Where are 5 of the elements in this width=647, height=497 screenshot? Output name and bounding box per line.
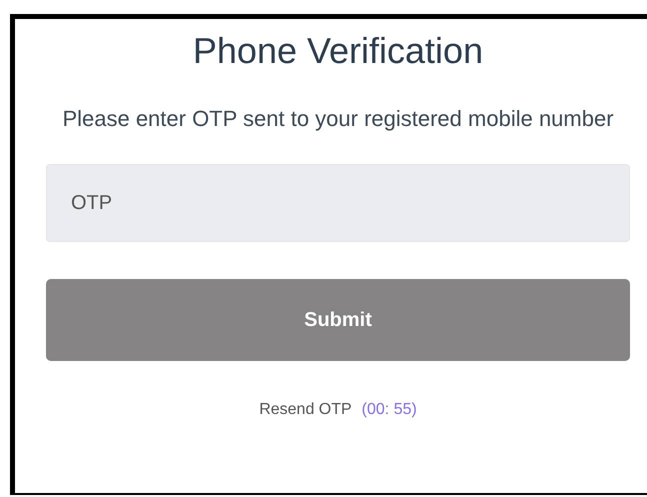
otp-field[interactable]: OTP [46,164,630,242]
resend-link[interactable]: Resend OTP [259,401,352,418]
countdown-timer: (00: 55) [362,401,417,418]
instruction-text: Please enter OTP sent to your registered mobile number [61,105,615,133]
page-title: Phone Verification [192,29,484,73]
